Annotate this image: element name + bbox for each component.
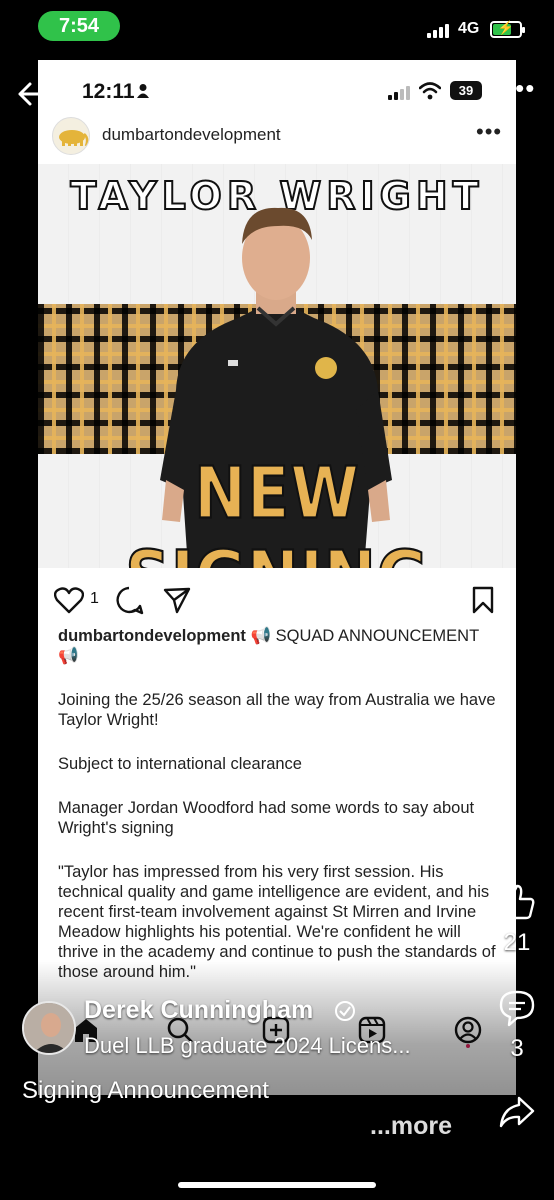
caption-paragraph: Manager Jordan Woodford had some words t…: [58, 799, 475, 837]
comment-icon[interactable]: [114, 585, 144, 615]
like-action[interactable]: 21: [492, 882, 542, 957]
post-caption: dumbartondevelopment 📢 SQUAD ANNOUNCEMEN…: [58, 626, 498, 1006]
new-signing-banner: NEW SIGNING: [124, 450, 428, 568]
comment-total: 3: [510, 1035, 524, 1062]
author-name[interactable]: Derek Cunningham: [84, 996, 313, 1025]
more-link[interactable]: ...more: [370, 1112, 452, 1141]
verified-icon: [335, 1001, 355, 1021]
elephant-logo-icon: [59, 130, 89, 147]
caption-paragraph: Subject to international clearance: [58, 755, 302, 773]
post-title: Signing Announcement: [22, 1077, 269, 1104]
post-image[interactable]: TAYLOR WRIGHT NEW SIGNING: [38, 164, 516, 568]
inner-cell-signal-icon: [388, 84, 412, 100]
post-actions: 1: [38, 580, 516, 620]
heart-icon[interactable]: [54, 586, 84, 614]
like-total: 21: [503, 929, 531, 956]
post-header: dumbartondevelopment •••: [38, 115, 516, 163]
caption-username[interactable]: dumbartondevelopment: [58, 627, 246, 645]
status-time: 7:54: [38, 11, 120, 41]
inner-status-time: 12:11: [82, 80, 135, 103]
wifi-icon: [419, 82, 441, 100]
account-avatar[interactable]: [52, 117, 90, 155]
person-icon: [137, 84, 149, 98]
home-indicator: [178, 1182, 376, 1188]
battery-icon: ⚡: [490, 20, 525, 38]
inner-status-bar: 12:11 39: [38, 60, 516, 118]
comment-bubble-icon: [499, 990, 535, 1027]
bookmark-icon[interactable]: [470, 585, 496, 615]
like-count[interactable]: 1: [90, 590, 99, 608]
share-icon[interactable]: [162, 585, 192, 615]
post-screenshot[interactable]: 12:11 39 dumbartondevelopment ••• TAYLOR…: [38, 60, 516, 1095]
comment-action[interactable]: 3: [492, 988, 542, 1063]
author-headline: Duel LLB graduate 2024 Licens...: [84, 1033, 411, 1058]
post-options-icon[interactable]: •••: [476, 119, 502, 145]
share-arrow-icon: [499, 1096, 535, 1128]
account-name[interactable]: dumbartondevelopment: [102, 125, 281, 145]
share-action[interactable]: [492, 1092, 542, 1137]
caption-paragraph: Joining the 25/26 season all the way fro…: [58, 691, 496, 729]
inner-battery-icon: 39: [450, 81, 482, 100]
status-bar: 7:54 4G ⚡: [0, 0, 554, 52]
caption-heading: dumbartondevelopment 📢 SQUAD ANNOUNCEMEN…: [58, 626, 498, 666]
author-avatar[interactable]: [22, 1001, 76, 1055]
cell-signal-icon: [427, 22, 453, 38]
thumbs-up-icon: [501, 884, 535, 920]
network-type: 4G: [458, 20, 480, 37]
